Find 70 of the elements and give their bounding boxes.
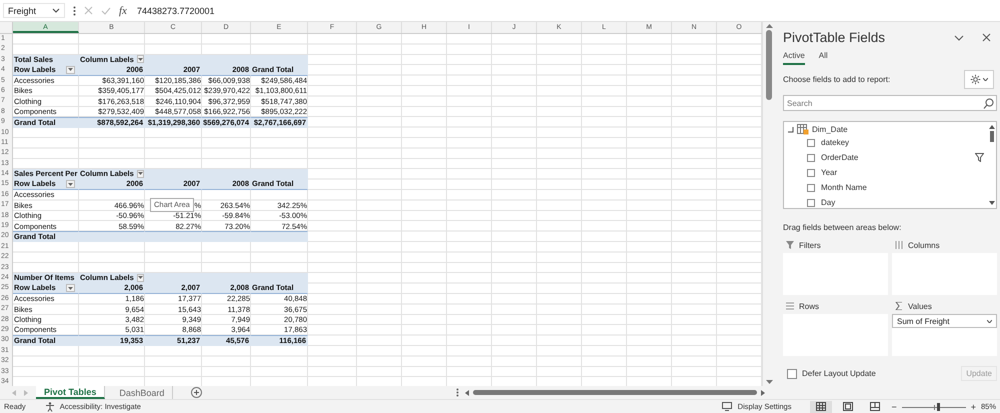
- caret-icon: [983, 78, 988, 81]
- gear-icon: [970, 74, 981, 85]
- columns-icon: [895, 241, 903, 249]
- scrollbar-thumb[interactable]: [990, 131, 994, 142]
- scrollbar-thumb[interactable]: [473, 390, 757, 395]
- area-label: Filters: [799, 240, 821, 250]
- drop-area[interactable]: Sum of Freight: [892, 314, 997, 356]
- table-cell: [251, 231, 308, 242]
- scroll-up-icon[interactable]: [766, 24, 772, 28]
- name-box[interactable]: Freight: [3, 3, 65, 18]
- rows-icon: [786, 302, 794, 310]
- checkbox-label[interactable]: Defer Layout Update: [802, 369, 876, 378]
- table-icon: [797, 124, 809, 135]
- scroll-right-icon[interactable]: [761, 390, 765, 396]
- field-label[interactable]: Day: [821, 198, 836, 207]
- filter-dropdown-button[interactable]: [66, 66, 75, 74]
- horizontal-scrollbar[interactable]: [465, 390, 765, 396]
- zoom-in-button[interactable]: +: [970, 402, 976, 412]
- instruction-text: Choose fields to add to report:: [783, 75, 892, 84]
- filter-dropdown-button[interactable]: [66, 284, 75, 292]
- defer-checkbox[interactable]: [787, 368, 797, 378]
- sigma-icon: [895, 302, 903, 310]
- table-name[interactable]: Dim_Date: [812, 125, 848, 134]
- field-checkbox[interactable]: [807, 198, 815, 206]
- field-label[interactable]: Month Name: [821, 183, 867, 192]
- funnel-icon: [786, 241, 794, 249]
- normal-view-icon[interactable]: [810, 400, 832, 412]
- zoom-slider[interactable]: [902, 402, 966, 412]
- field-label[interactable]: Year: [821, 168, 838, 177]
- pane-title: PivotTable Fields: [783, 30, 886, 45]
- filter-dropdown-button[interactable]: [136, 55, 144, 64]
- search-icon[interactable]: [983, 98, 994, 108]
- scroll-up-icon[interactable]: [989, 125, 995, 129]
- scroll-left-icon[interactable]: [465, 390, 469, 396]
- chevron-down-icon[interactable]: [954, 34, 964, 40]
- area-label: Columns: [908, 240, 940, 250]
- check-icon[interactable]: [101, 6, 111, 14]
- more-options-icon[interactable]: [73, 6, 76, 16]
- add-sheet-icon[interactable]: [191, 387, 202, 398]
- field-checkbox[interactable]: [807, 168, 815, 176]
- instruction-text: Drag fields between areas below:: [783, 223, 902, 232]
- field-pill[interactable]: Sum of Freight: [892, 314, 997, 328]
- insert-function-button[interactable]: fx: [119, 4, 127, 16]
- settings-button[interactable]: [964, 70, 994, 89]
- chevron-down-icon: [52, 8, 60, 13]
- display-icon[interactable]: [722, 402, 733, 411]
- area-label: Rows: [799, 302, 820, 310]
- collapse-icon[interactable]: [788, 126, 794, 132]
- search-field[interactable]: Search: [783, 95, 997, 111]
- field-label[interactable]: datekey: [821, 138, 850, 147]
- filter-dropdown-button[interactable]: [136, 274, 144, 282]
- pane-tab[interactable]: Active: [783, 51, 805, 65]
- accessibility-icon[interactable]: [44, 402, 55, 412]
- more-options-icon[interactable]: [456, 388, 459, 397]
- scroll-down-icon[interactable]: [989, 201, 995, 205]
- field-checkbox[interactable]: [807, 138, 815, 146]
- area-label: Values: [908, 302, 932, 310]
- formula-input[interactable]: 74438273.7720001: [134, 3, 997, 18]
- close-icon[interactable]: [982, 33, 991, 42]
- filter-dropdown-button[interactable]: [136, 170, 144, 178]
- field-checkbox[interactable]: [807, 154, 815, 162]
- caret-icon: [987, 320, 992, 322]
- zoom-out-button[interactable]: −: [891, 402, 897, 412]
- sheet-tab[interactable]: Pivot Tables: [36, 386, 106, 399]
- pane-tab[interactable]: All: [818, 51, 828, 65]
- filter-dropdown-button[interactable]: [66, 180, 75, 188]
- scroll-down-icon[interactable]: [766, 380, 772, 384]
- field-checkbox[interactable]: [807, 184, 815, 192]
- scrollbar-thumb[interactable]: [766, 30, 772, 100]
- field-label[interactable]: OrderDate: [821, 153, 858, 162]
